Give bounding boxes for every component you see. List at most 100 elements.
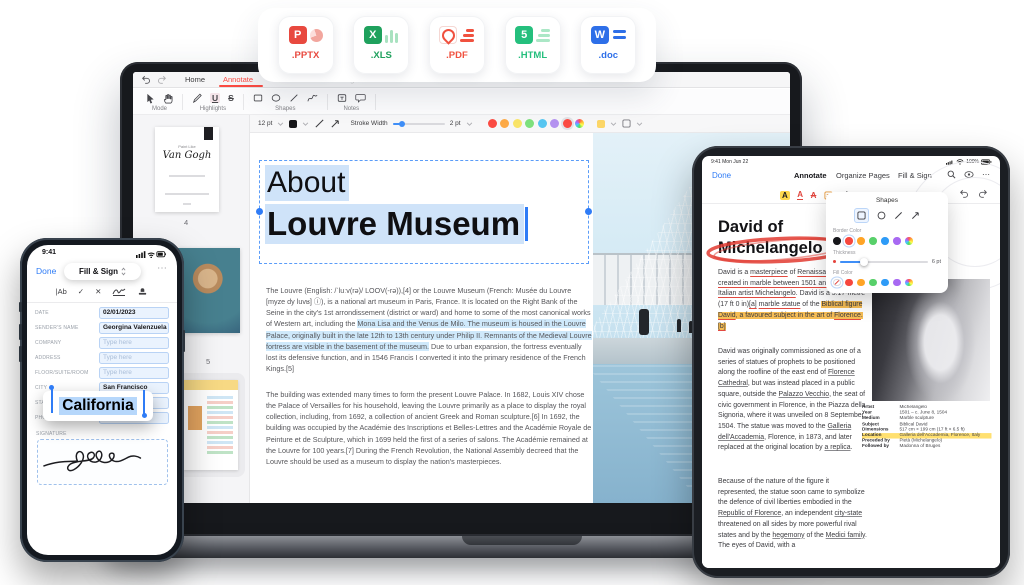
- done-button[interactable]: Done: [36, 266, 56, 276]
- page-thumbnail-4[interactable]: Paint Like Van Gogh: [155, 127, 219, 212]
- tab-organize-pages[interactable]: Organize Pages: [836, 171, 890, 180]
- highlighter-pen-icon[interactable]: [192, 93, 202, 103]
- form-field-input[interactable]: 02/01/2023: [99, 307, 169, 319]
- color-swatch[interactable]: [500, 119, 509, 128]
- format-tile[interactable]: P .PPTX: [278, 16, 334, 74]
- color-swatch[interactable]: [869, 237, 877, 245]
- page-thumbnail-5[interactable]: [178, 248, 240, 333]
- document-paragraph-1[interactable]: The Louvre (English: /ˈluːv(rə)/ LOOV(-r…: [266, 285, 592, 374]
- arrow-shape-icon[interactable]: [911, 211, 920, 220]
- pan-hand-tool-icon[interactable]: [163, 93, 173, 104]
- color-swatch[interactable]: [563, 119, 572, 128]
- color-swatch[interactable]: [833, 279, 841, 287]
- fill-style-icon[interactable]: [622, 119, 631, 128]
- color-swatch[interactable]: [525, 119, 534, 128]
- ellipse-shape-icon[interactable]: [271, 93, 281, 103]
- arrow-style-icon[interactable]: [330, 118, 341, 129]
- annotation-properties-bar: 12 pt Stroke Width 2 pt: [250, 115, 790, 133]
- chevron-down-icon: [636, 122, 643, 126]
- tab-home[interactable]: Home: [185, 72, 205, 88]
- form-row: ADDRESS Type here: [35, 350, 169, 365]
- stamp-tool-icon[interactable]: [137, 286, 148, 296]
- document-title-line1[interactable]: About: [265, 166, 349, 200]
- line-shape-icon[interactable]: [894, 211, 903, 220]
- signature-field[interactable]: [37, 439, 168, 485]
- signature-tool-icon[interactable]: [112, 286, 126, 296]
- undo-icon[interactable]: [141, 75, 151, 85]
- format-tile[interactable]: 5 .HTML: [505, 16, 561, 74]
- divider: [27, 302, 177, 303]
- color-swatch[interactable]: [845, 279, 853, 287]
- color-swatch[interactable]: [869, 279, 877, 287]
- thickness-slider[interactable]: 6 pt: [833, 259, 941, 265]
- rectangle-shape-icon[interactable]: [253, 93, 263, 103]
- more-options-button[interactable]: ⋯: [157, 263, 168, 274]
- color-swatch[interactable]: [905, 279, 913, 287]
- selection-handle-right[interactable]: [143, 390, 145, 414]
- stroke-width-slider[interactable]: [393, 123, 445, 125]
- color-swatch[interactable]: [857, 279, 865, 287]
- comment-bubble-icon[interactable]: [355, 93, 366, 103]
- color-swatch[interactable]: [833, 237, 841, 245]
- document-title-line2[interactable]: Louvre Museum: [265, 205, 528, 243]
- stroke-size-select[interactable]: 2 pt: [450, 120, 461, 127]
- color-swatch[interactable]: [893, 279, 901, 287]
- slider-thumb[interactable]: [860, 258, 868, 266]
- form-field-label: DATE: [35, 310, 49, 316]
- color-swatch[interactable]: [513, 119, 522, 128]
- form-field-input[interactable]: Type here: [99, 352, 169, 364]
- form-field-input[interactable]: Type here: [99, 367, 169, 379]
- text-note-icon[interactable]: [337, 93, 347, 103]
- ellipse-shape-icon[interactable]: [877, 211, 886, 220]
- selected-text[interactable]: California: [59, 397, 136, 415]
- page-thumbnail-6-selected[interactable]: [175, 373, 245, 477]
- selection-handle-right[interactable]: [585, 208, 592, 215]
- color-swatch[interactable]: [550, 119, 559, 128]
- stroke-width-label: Stroke Width: [350, 120, 387, 127]
- fill-and-sign-selector[interactable]: Fill & Sign: [64, 263, 141, 280]
- checkmark-tool[interactable]: ✓: [78, 287, 84, 296]
- text-entry-magnifier: California: [43, 391, 153, 421]
- cross-tool[interactable]: ✕: [95, 287, 101, 296]
- color-swatch[interactable]: [893, 237, 901, 245]
- format-tile[interactable]: X .XLS: [353, 16, 409, 74]
- highlight-color-swatch[interactable]: [597, 120, 605, 128]
- line-shape-icon[interactable]: [289, 93, 299, 103]
- form-field-input[interactable]: Type here: [99, 337, 169, 349]
- underline-tool-icon[interactable]: U: [210, 93, 220, 103]
- document-paragraph-2[interactable]: David was originally commissioned as one…: [718, 347, 869, 454]
- color-swatch[interactable]: [857, 237, 865, 245]
- text-color-swatch[interactable]: [289, 120, 297, 128]
- cursor-tool-icon[interactable]: [146, 93, 155, 104]
- rectangle-shape-icon[interactable]: [854, 208, 869, 223]
- freehand-shape-icon[interactable]: [307, 93, 318, 103]
- format-tile[interactable]: .PDF: [429, 16, 485, 74]
- underline-tool-icon[interactable]: A: [797, 190, 803, 200]
- line-style-icon[interactable]: [314, 118, 325, 129]
- strikethrough-tool-icon[interactable]: A: [811, 191, 817, 200]
- color-swatch[interactable]: [845, 237, 853, 245]
- format-label: .PPTX: [292, 50, 319, 61]
- redo-icon[interactable]: [157, 75, 167, 85]
- document-paragraph-3[interactable]: Because of the nature of the figure it r…: [718, 477, 869, 552]
- color-swatch[interactable]: [905, 237, 913, 245]
- form-row: DATE 02/01/2023: [35, 305, 169, 320]
- color-swatch[interactable]: [575, 119, 584, 128]
- color-swatch[interactable]: [488, 119, 497, 128]
- format-tile[interactable]: W .doc: [580, 16, 636, 74]
- font-size-select[interactable]: 12 pt: [258, 120, 272, 127]
- strikethrough-tool-icon[interactable]: S: [228, 93, 234, 103]
- highlight-tool-icon[interactable]: A: [780, 191, 790, 200]
- text-field-tool[interactable]: |Ab: [56, 287, 67, 296]
- min-thickness-dot: [833, 260, 836, 263]
- selection-handle-left[interactable]: [51, 389, 53, 413]
- highlights-group: U S Highlights: [183, 89, 243, 114]
- selection-handle-left[interactable]: [256, 208, 263, 215]
- color-swatch[interactable]: [881, 279, 889, 287]
- color-swatch[interactable]: [881, 237, 889, 245]
- tab-annotate[interactable]: Annotate: [794, 171, 827, 180]
- document-paragraph-2[interactable]: The building was extended many times to …: [266, 389, 592, 467]
- done-button[interactable]: Done: [712, 171, 731, 180]
- color-swatch[interactable]: [538, 119, 547, 128]
- form-field-input[interactable]: Georgina Valenzuela: [99, 322, 169, 334]
